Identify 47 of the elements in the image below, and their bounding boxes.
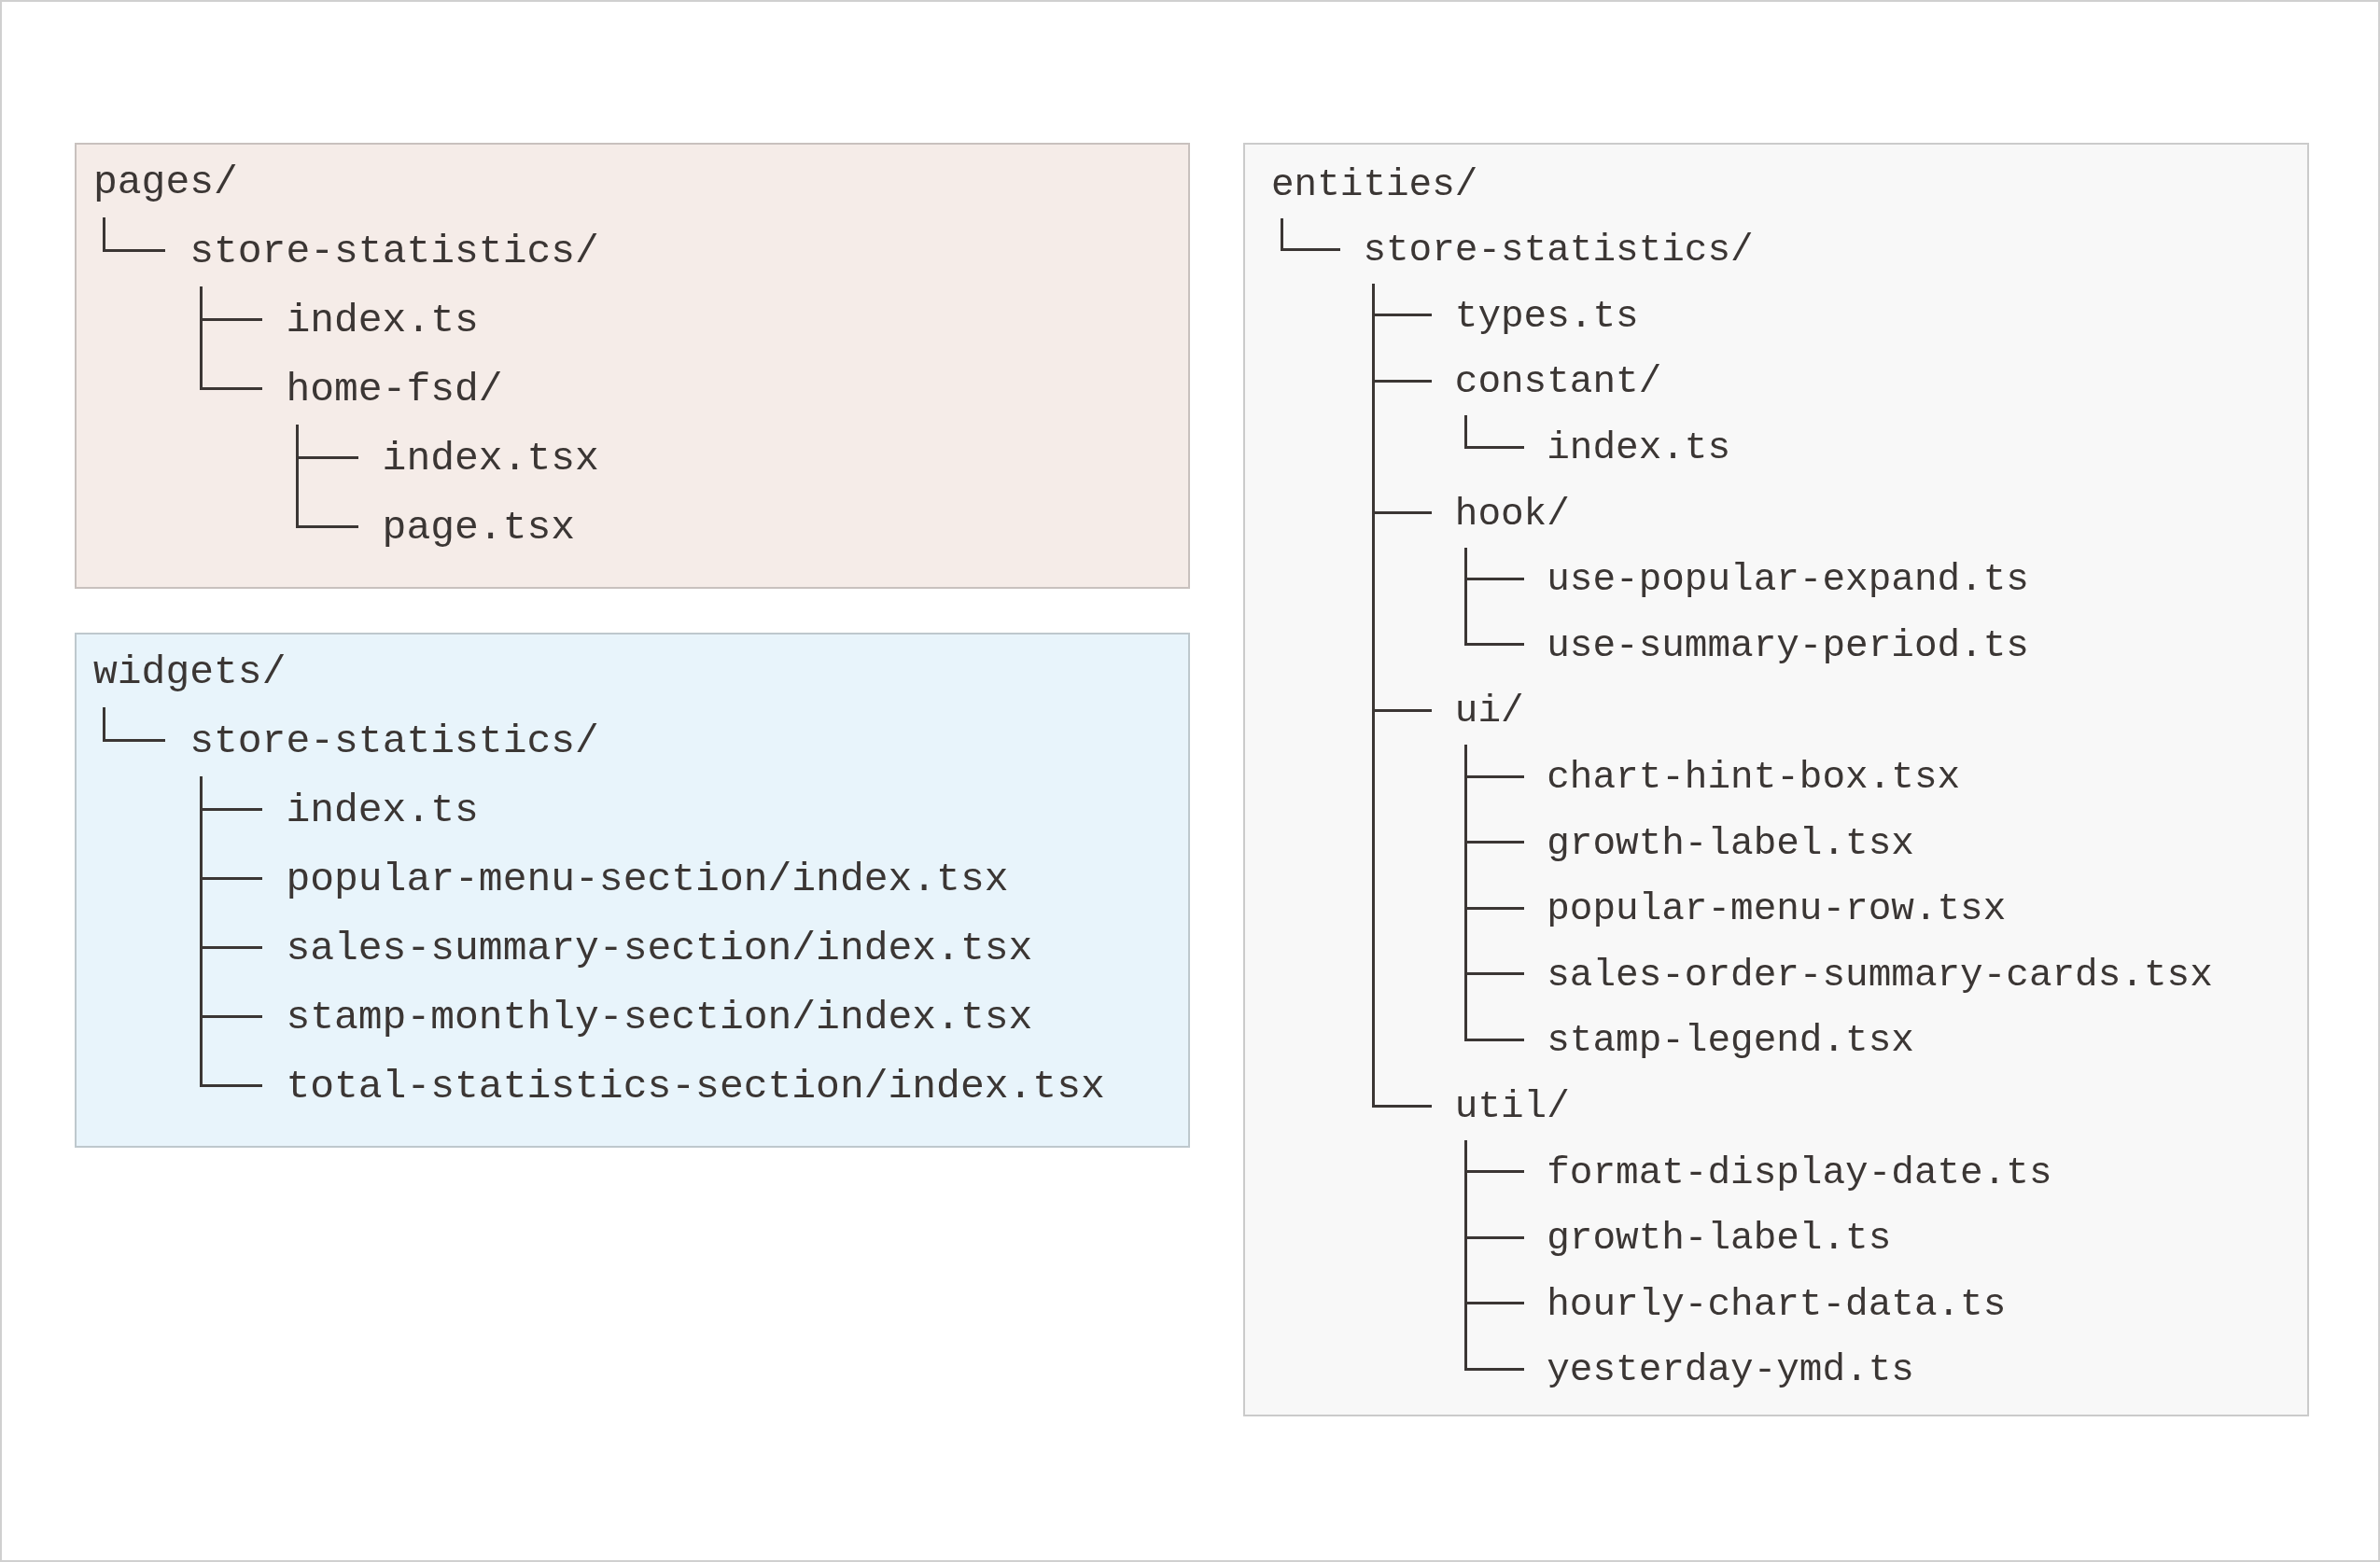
tree-branch-line (1463, 415, 1524, 449)
tree-branch-line (103, 217, 166, 252)
file-name: sales-summary-section/index.tsx (286, 925, 1033, 973)
tree-branch-line (1463, 1206, 1524, 1273)
folder-name: entities/ (1271, 161, 1478, 208)
file-name: page.tsx (382, 504, 576, 552)
tree-branch-line (1463, 876, 1524, 943)
folder-name: ui/ (1454, 689, 1524, 735)
folder-name: hook/ (1454, 491, 1570, 537)
file-name: index.ts (286, 297, 479, 345)
file-name: use-popular-expand.ts (1547, 557, 2029, 604)
file-name: index.ts (1547, 425, 1731, 472)
file-name: format-display-date.ts (1547, 1150, 2052, 1196)
file-name: index.ts (286, 787, 479, 835)
tree-branch-line (1372, 349, 1433, 416)
file-name: use-summary-period.ts (1547, 622, 2029, 669)
file-name: stamp-legend.tsx (1547, 1018, 1914, 1065)
file-name: total-statistics-section/index.tsx (286, 1063, 1105, 1111)
file-name: sales-order-summary-cards.tsx (1547, 952, 2213, 998)
tree-branch-line (1372, 678, 1433, 746)
tree-branch-line (1463, 810, 1524, 877)
file-name: growth-label.ts (1547, 1216, 1892, 1262)
tree-branch-line (1372, 1074, 1433, 1108)
folder-name: pages/ (93, 159, 238, 207)
file-name: yesterday-ymd.ts (1547, 1347, 1914, 1394)
file-name: index.tsx (382, 435, 599, 483)
file-name: stamp-monthly-section/index.tsx (286, 994, 1033, 1042)
tree-branch-line (1280, 217, 1340, 251)
file-name: chart-hint-box.tsx (1547, 755, 1961, 802)
folder-name: store-statistics/ (1363, 228, 1754, 274)
tree-branch-line (1372, 284, 1433, 350)
folder-name: store-statistics/ (189, 228, 599, 276)
folder-name: home-fsd/ (286, 366, 503, 414)
file-name: popular-menu-row.tsx (1547, 886, 2007, 933)
folder-name: widgets/ (93, 649, 287, 697)
folder-name: util/ (1454, 1084, 1570, 1130)
folder-name: store-statistics/ (189, 718, 599, 766)
tree-branch-line (103, 707, 166, 742)
file-name: growth-label.tsx (1547, 820, 1914, 867)
file-name: types.ts (1454, 293, 1639, 340)
tree-branch-line (1372, 481, 1433, 548)
file-name: hourly-chart-data.ts (1547, 1281, 2007, 1328)
file-name: popular-menu-section/index.tsx (286, 856, 1009, 904)
tree-branch-line (1463, 1139, 1524, 1206)
tree-line (1372, 415, 1376, 481)
folder-name: constant/ (1454, 359, 1662, 406)
tree-branch-line (1463, 745, 1524, 811)
